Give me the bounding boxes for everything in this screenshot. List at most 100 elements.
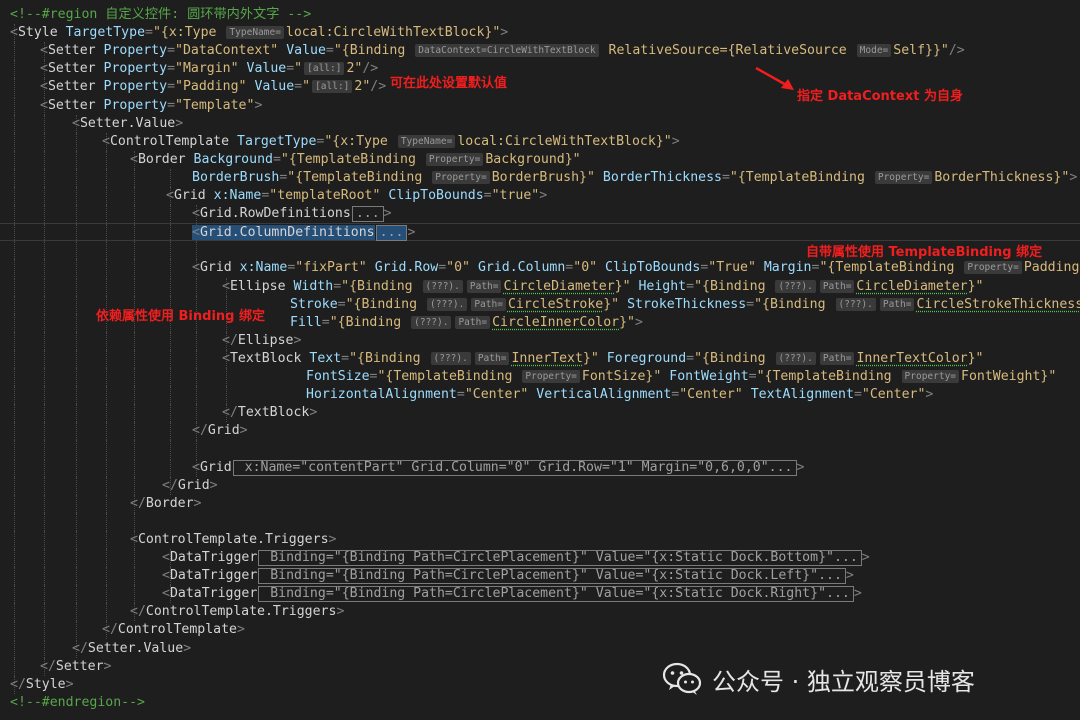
code-token: < [40,97,48,113]
inlay-hint: (???). [775,279,816,293]
code-editor[interactable]: <!--#region 自定义控件: 圆环带内外文字 --> <Style Tar… [0,0,1080,720]
code-line[interactable]: </Grid> [0,422,1080,441]
code-token: CircleDiameter [856,278,968,294]
code-line[interactable]: <Grid.RowDefinitions... > [0,205,1080,224]
indent-guide [14,549,15,567]
code-token: = [145,25,153,41]
code-line[interactable]: </ControlTemplate.Triggers> [0,603,1080,622]
code-token: "{TemplateBinding [377,369,521,384]
code-token: = [272,151,281,167]
code-line[interactable]: </TextBlock> [0,404,1080,423]
collapsed-region[interactable]: ... [375,225,408,242]
code-line[interactable]: <DataTrigger Binding="{Binding Path=Circ… [0,549,1080,567]
code-text: <DataTrigger Binding="{Binding Path=Circ… [162,585,862,603]
indent-guide [134,277,135,296]
code-line[interactable]: </Grid> [0,476,1080,495]
code-line[interactable]: <!--#region 自定义控件: 圆环带内外文字 --> [0,6,1080,24]
indent-guide [76,585,77,604]
code-token: = [483,188,492,203]
code-line[interactable] [0,440,1080,459]
code-token: CircleStrokeThickness [916,296,1080,312]
collapsed-region[interactable]: Binding="{Binding Path=CirclePlacement}"… [258,586,854,603]
code-line[interactable]: HorizontalAlignment="Center" VerticalAli… [0,386,1080,405]
code-token: > [175,115,184,131]
code-line[interactable]: <DataTrigger Binding="{Binding Path=Circ… [0,567,1080,586]
indent-guide [44,224,45,243]
indent-guide [44,349,45,368]
code-line[interactable]: <Grid.ColumnDefinitions... > [0,223,1080,243]
code-line[interactable]: <Grid x:Name="contentPart" Grid.Column="… [0,458,1080,477]
code-line[interactable]: </Ellipse> [0,331,1080,350]
code-token: = [686,278,695,294]
code-text: </Border> [130,495,201,513]
code-text: </Grid> [192,422,248,440]
code-text: <!--#endregion--> [10,694,145,712]
indent-guide [226,386,227,405]
indent-guide [76,187,77,205]
collapsed-region[interactable]: ... [351,206,384,223]
code-line[interactable]: <Grid x:Name="fixPart" Grid.Row="0" Grid… [0,259,1080,278]
indent-guide [76,168,77,187]
code-line[interactable]: </ControlTemplate> [0,621,1080,640]
indent-guide [14,621,15,640]
code-token: < [162,568,170,584]
code-line[interactable]: <Setter Property="DataContext" Value="{B… [0,42,1080,61]
code-text: <Setter Property="DataContext" Value="{B… [40,42,965,60]
indent-guide [106,476,107,495]
code-token: "0" [573,260,598,276]
indent-guide [196,277,197,296]
indent-guide [106,404,107,423]
indent-guide [14,60,15,79]
code-line[interactable]: <TextBlock Text="{Binding (???). Path= Inn… [0,349,1080,368]
code-token: "Center" [679,387,743,403]
code-line[interactable]: BorderBrush="{TemplateBinding Property= B… [0,168,1080,187]
code-line[interactable]: <Setter Property="Margin" Value=" [all:] 2… [0,60,1080,79]
code-line[interactable] [0,512,1080,531]
code-token: </ [130,495,146,511]
indent-guide [76,313,77,332]
indent-guide [134,404,135,423]
indent-guide [44,114,45,133]
code-line[interactable]: </Setter.Value> [0,639,1080,658]
code-line[interactable]: </Border> [0,494,1080,513]
indent-guide [76,224,77,243]
code-text: <!--#region 自定义控件: 圆环带内外文字 --> [10,6,311,24]
code-line[interactable]: <ControlTemplate.Triggers> [0,530,1080,549]
code-line[interactable]: <Grid x:Name = "templateRoot" ClipToBounds… [0,187,1080,205]
code-token: < [192,260,200,276]
code-text: <Grid x:Name = "templateRoot" ClipToBounds… [166,187,547,205]
code-token: Width [293,278,334,294]
code-token: > [183,640,192,656]
code-line[interactable]: <Ellipse Width="{Binding (???). Path= Circ… [0,277,1080,296]
indent-guide [196,440,197,459]
indent-guide [134,168,135,187]
collapsed-region[interactable]: Binding="{Binding Path=CirclePlacement}"… [258,568,846,585]
code-token: Background}" [485,151,581,167]
collapsed-region[interactable]: Binding="{Binding Path=CirclePlacement}"… [258,550,862,566]
code-line[interactable]: <Border Background="{TemplateBinding Pro… [0,150,1080,169]
code-token: 2" [346,61,363,77]
indent-guide [134,512,135,531]
code-token: DataTrigger [169,586,258,602]
inlay-hint: TypeName= [226,26,284,40]
collapsed-region[interactable]: x:Name="contentPart" Grid.Column="0" Gri… [232,459,797,476]
indent-guide [44,422,45,441]
code-text: <DataTrigger Binding="{Binding Path=Circ… [162,549,870,567]
code-line[interactable]: <DataTrigger Binding="{Binding Path=Circ… [0,585,1080,604]
code-line[interactable]: <ControlTemplate TargetType="{x:Type Typ… [0,132,1080,151]
code-text: <Grid.ColumnDefinitions... > [192,224,415,242]
code-token: Ellipse [237,332,294,348]
indent-guide [106,277,107,296]
code-token: > [254,97,263,113]
code-line[interactable]: FontSize="{TemplateBinding Property= Font… [0,368,1080,386]
code-line[interactable]: <Setter.Value> [0,114,1080,133]
code-token: "{Binding [333,43,414,59]
code-token: /> [948,43,965,59]
code-token: Setter [47,97,96,113]
code-token: < [10,25,18,41]
code-line[interactable]: <Style TargetType="{x:Type TypeName= loca… [0,24,1080,43]
code-token: <!--#region 自定义控件: 圆环带内外文字 --> [10,7,312,22]
indent-guide [14,494,15,513]
